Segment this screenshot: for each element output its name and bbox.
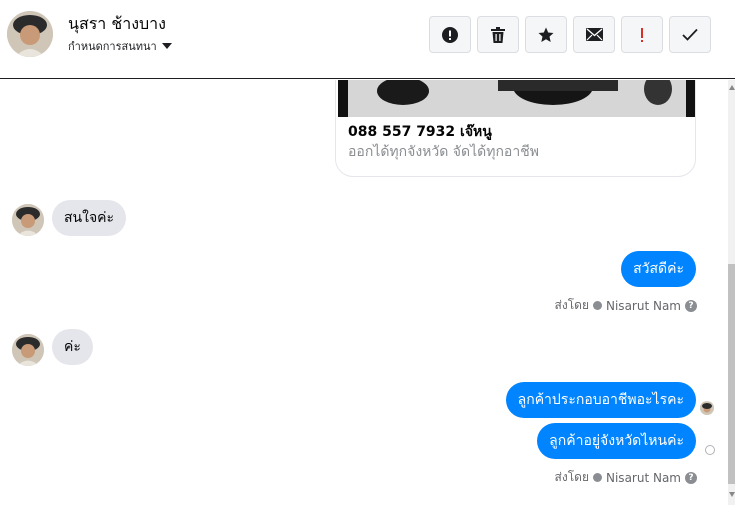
avatar[interactable]	[7, 11, 53, 57]
star-button[interactable]	[525, 16, 567, 53]
message-bubble-incoming[interactable]: สนใจค่ะ	[52, 200, 127, 236]
sent-by-info: ส่งโดย Nisarut Nam ?	[555, 296, 697, 315]
mark-done-button[interactable]	[669, 16, 711, 53]
seen-avatar	[700, 401, 714, 415]
scrollbar-thumb[interactable]	[728, 264, 735, 484]
avatar[interactable]	[12, 334, 44, 366]
contact-name: นุสรา ช้างบาง	[68, 14, 166, 33]
help-icon[interactable]: ?	[685, 299, 697, 312]
sent-by-label: ส่งโดย	[554, 298, 589, 312]
sent-by-info: ส่งโดย Nisarut Nam ?	[555, 468, 697, 487]
assign-conversation-dropdown[interactable]: กำหนดการสนทนา	[68, 37, 172, 55]
assign-label: กำหนดการสนทนา	[68, 40, 157, 53]
toolbar	[429, 16, 711, 53]
check-icon	[682, 28, 698, 41]
conversation-header: นุสรา ช้างบาง กำหนดการสนทนา	[0, 0, 735, 79]
avatar[interactable]	[12, 204, 44, 236]
message-bubble-outgoing[interactable]: สวัสดีค่ะ	[621, 251, 696, 287]
message-thread[interactable]: 088 557 7932 เจ๊หนู ออกได้ทุกจังหวัด จัด…	[0, 80, 728, 505]
message-bubble-outgoing[interactable]: ลูกค้าอยู่จังหวัดไหนค่ะ	[537, 423, 696, 459]
message-bubble-incoming[interactable]: ค่ะ	[52, 329, 93, 365]
follow-up-button[interactable]	[621, 16, 663, 53]
alert-circle-icon	[442, 26, 458, 43]
envelope-icon	[585, 28, 603, 41]
scroll-down-arrow-icon[interactable]	[729, 492, 735, 497]
verified-dot-icon	[593, 473, 602, 482]
message-bubble-outgoing[interactable]: ลูกค้าประกอบอาชีพอะไรคะ	[505, 382, 696, 418]
star-icon	[538, 27, 554, 42]
caret-down-icon	[161, 43, 172, 49]
shared-post-card[interactable]: 088 557 7932 เจ๊หนู ออกได้ทุกจังหวัด จัด…	[335, 80, 696, 177]
post-title: 088 557 7932 เจ๊หนู	[348, 124, 492, 140]
mark-unread-button[interactable]	[573, 16, 615, 53]
trash-icon	[491, 26, 505, 43]
sender-name[interactable]: Nisarut Nam	[606, 471, 681, 485]
post-subtitle: ออกได้ทุกจังหวัด จัดได้ทุกอาชีพ	[348, 144, 539, 160]
help-icon[interactable]: ?	[685, 471, 697, 484]
scroll-up-arrow-icon[interactable]	[729, 85, 735, 90]
delete-button[interactable]	[477, 16, 519, 53]
exclamation-icon	[641, 27, 643, 42]
delivered-status-icon	[705, 445, 715, 455]
verified-dot-icon	[593, 301, 602, 310]
sender-name[interactable]: Nisarut Nam	[606, 299, 681, 313]
sent-by-label: ส่งโดย	[554, 470, 589, 484]
mark-spam-button[interactable]	[429, 16, 471, 53]
post-image	[338, 80, 695, 117]
